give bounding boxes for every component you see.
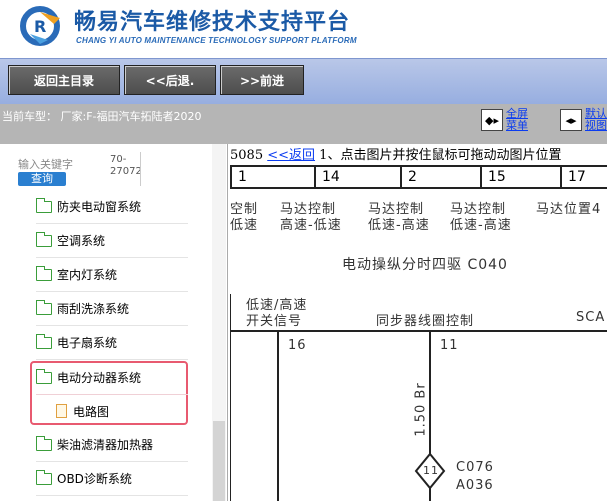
header: R 畅易汽车维修技术支持平台 CHANG YI AUTO MAINTENANCE…	[0, 0, 607, 58]
brand-title: 畅易汽车维修技术支持平台	[74, 10, 351, 35]
car-info-bar: 当前车型： 厂家:F-福田汽车拓陆者2020 ◆▸ 全屏 菜单 ◂▸ 默认 视图	[0, 104, 607, 144]
tree-item-interior-light[interactable]: 室内灯系统	[36, 258, 188, 292]
wire-spec: 1.50 Br	[413, 382, 429, 437]
sidebar-scroll-thumb[interactable]	[213, 421, 225, 501]
wiring-lines	[230, 294, 607, 501]
wire-16: 16	[288, 338, 307, 353]
document-icon	[56, 404, 67, 418]
folder-icon	[36, 333, 52, 349]
tree-item-window-system[interactable]: 防夹电动窗系统	[36, 190, 188, 224]
toolbar: 返回主目录 <<后退. >>前进	[0, 58, 607, 104]
tree-item-label: 电路图	[73, 404, 110, 419]
fullscreen-icon: ◆▸	[481, 109, 503, 131]
connector-number: 11	[423, 464, 439, 477]
search-label: 输入关键字	[18, 158, 73, 171]
view-label: 默认 视图	[582, 108, 607, 132]
tree-item-wiper-system[interactable]: 雨刮洗涤系统	[36, 292, 188, 326]
tree-item-fan-system[interactable]: 电子扇系统	[36, 326, 188, 360]
tree-item-transfer-case[interactable]: 电动分动器系统	[36, 361, 188, 395]
tree-item-circuit-diagram[interactable]: 电路图	[56, 394, 184, 428]
connector-a036: A036	[456, 478, 494, 493]
folder-icon	[36, 469, 52, 485]
search-button[interactable]: 查询	[18, 172, 66, 186]
connector-c076: C076	[456, 460, 494, 475]
back-button[interactable]: <<后退.	[124, 65, 216, 95]
current-car-model: 当前车型： 厂家:F-福田汽车拓陆者2020	[2, 110, 202, 123]
fullscreen-label-line2[interactable]: 菜单	[506, 120, 528, 132]
tree-item-label: 空调系统	[57, 234, 106, 248]
folder-icon	[36, 299, 52, 315]
default-view-button[interactable]: ◂▸ 默认 视图	[560, 108, 607, 132]
tree-item-obd[interactable]: OBD诊断系统	[36, 462, 188, 496]
folder-icon	[36, 435, 52, 451]
tree-item-label: 柴油滤清器加热器	[57, 438, 154, 452]
tree-item-label: 电子扇系统	[57, 336, 118, 350]
fullscreen-label: 全屏 菜单	[503, 108, 528, 132]
tree-item-label: 雨刮洗涤系统	[57, 302, 130, 316]
tree-item-label: 室内灯系统	[57, 268, 118, 282]
folder-icon	[36, 197, 52, 213]
forward-button[interactable]: >>前进	[220, 65, 304, 95]
fullscreen-menu-button[interactable]: ◆▸ 全屏 菜单	[481, 108, 528, 132]
open-folder-icon	[36, 368, 52, 384]
svg-text:R: R	[34, 17, 46, 36]
divider	[140, 152, 141, 186]
tree-item-diesel-heater[interactable]: 柴油滤清器加热器	[36, 428, 188, 462]
code-label: 70- 27072	[110, 154, 142, 178]
folder-icon	[36, 265, 52, 281]
folder-icon	[36, 231, 52, 247]
logo-icon: R	[20, 6, 60, 46]
code-line-1: 70-	[110, 154, 127, 165]
brand-subtitle: CHANG YI AUTO MAINTENANCE TECHNOLOGY SUP…	[76, 36, 357, 45]
tree-item-label: OBD诊断系统	[57, 472, 132, 486]
home-button[interactable]: 返回主目录	[8, 65, 120, 95]
tree-item-label: 防夹电动窗系统	[57, 200, 142, 214]
split-view-icon: ◂▸	[560, 109, 582, 131]
tree-item-ac-system[interactable]: 空调系统	[36, 224, 188, 258]
wire-11: 11	[440, 338, 459, 353]
code-line-2: 27072	[110, 166, 142, 177]
tree-item-label: 电动分动器系统	[57, 371, 142, 385]
view-label-line2[interactable]: 视图	[585, 120, 607, 132]
circuit-diagram-viewer[interactable]: 5085 <<返回 1、点击图片并按住鼠标可拖动动图片位置 1 14 2 15 …	[230, 144, 607, 501]
